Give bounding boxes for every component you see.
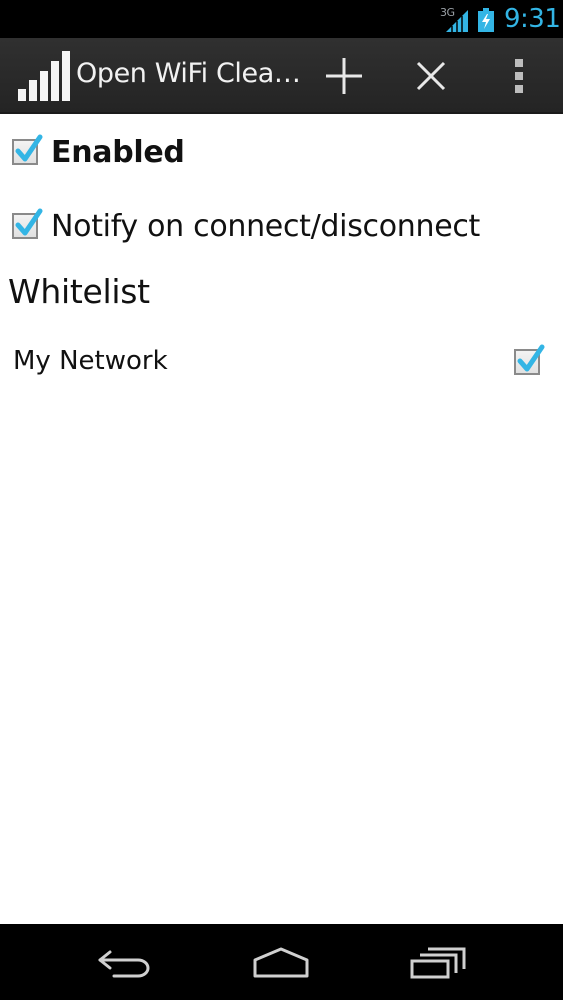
whitelist-heading: Whitelist [8, 272, 150, 311]
notify-setting[interactable]: Notify on connect/disconnect [0, 196, 563, 256]
overflow-menu-icon [515, 59, 523, 93]
navigation-bar [0, 924, 563, 1000]
enabled-checkbox[interactable] [12, 134, 43, 165]
enabled-label: Enabled [51, 134, 185, 170]
add-icon [326, 58, 362, 94]
status-bar: 3G 9:31 [0, 0, 563, 38]
enabled-setting[interactable]: Enabled [0, 122, 563, 182]
notify-checkbox[interactable] [12, 208, 43, 239]
checkmark-icon [15, 208, 43, 236]
clock: 9:31 [504, 4, 561, 34]
back-button[interactable] [84, 936, 164, 988]
close-button[interactable] [398, 38, 464, 114]
recents-button[interactable] [399, 936, 479, 988]
wifi-signal-bars-icon[interactable] [18, 51, 70, 101]
whitelist-item-checkbox[interactable] [514, 344, 545, 375]
whitelist-item[interactable]: My Network [0, 332, 563, 392]
home-button[interactable] [241, 936, 321, 988]
app-title: Open WiFi Clea… [76, 58, 301, 89]
home-icon [253, 947, 309, 978]
screen: 3G 9:31 Open WiFi Clea… Enabled Notify o… [0, 0, 563, 1000]
checkmark-icon [517, 344, 545, 372]
checkmark-icon [15, 134, 43, 162]
recents-icon [410, 947, 466, 979]
signal-icon [446, 10, 468, 32]
back-icon [98, 950, 150, 978]
add-button[interactable] [311, 38, 377, 114]
action-bar: Open WiFi Clea… [0, 38, 563, 114]
whitelist-item-label: My Network [13, 346, 168, 376]
overflow-menu-button[interactable] [486, 38, 552, 114]
settings-content: Enabled Notify on connect/disconnect Whi… [0, 114, 563, 924]
close-icon [416, 61, 446, 91]
notify-label: Notify on connect/disconnect [51, 208, 481, 244]
battery-charging-icon [478, 8, 494, 32]
